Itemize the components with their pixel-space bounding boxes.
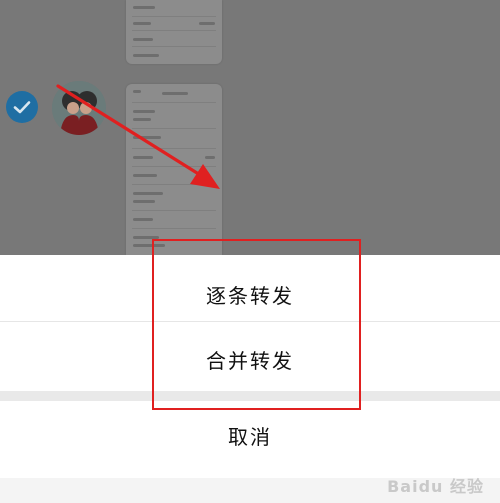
- forward-action-sheet: 逐条转发 合并转发 取消: [0, 255, 500, 503]
- annotation-arrow-icon: [56, 84, 220, 189]
- chat-background: [0, 0, 500, 255]
- cancel-button[interactable]: 取消: [0, 417, 500, 457]
- section-gap: [0, 391, 500, 401]
- forward-one-by-one-button[interactable]: 逐条转发: [0, 273, 500, 319]
- watermark: Baidu 经验: [387, 477, 484, 496]
- merge-forward-button[interactable]: 合并转发: [0, 338, 500, 384]
- divider: [0, 321, 500, 322]
